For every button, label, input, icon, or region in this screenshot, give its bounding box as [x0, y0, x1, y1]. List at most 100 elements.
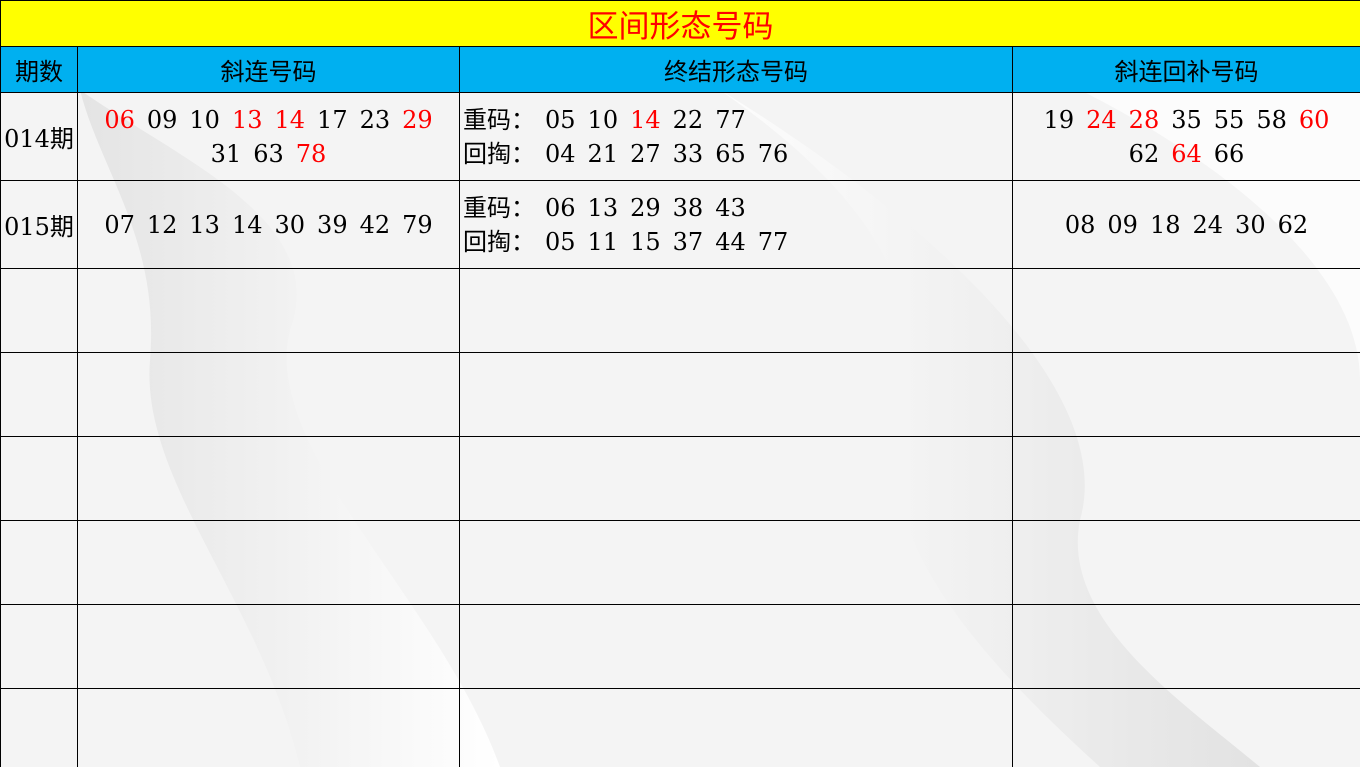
lottery-number: 24 — [1086, 105, 1117, 134]
empty-cell — [1012, 352, 1360, 437]
lottery-number: 10 — [587, 105, 619, 134]
repeat-label: 重码： — [463, 193, 535, 222]
repeat-numbers: 05 10 14 22 77 — [539, 106, 752, 134]
lottery-number: 76 — [757, 139, 789, 168]
empty-row — [0, 436, 1360, 521]
lottery-number: 06 — [545, 193, 576, 222]
lottery-number: 21 — [587, 139, 619, 168]
lottery-number: 64 — [1171, 139, 1202, 168]
lottery-number: 55 — [1213, 105, 1245, 134]
lottery-number: 11 — [587, 227, 619, 256]
empty-row — [0, 520, 1360, 605]
final-form-cell: 重码： 05 10 14 22 77 回掏： 04 21 27 33 65 76 — [459, 92, 1013, 181]
lottery-number: 04 — [545, 139, 576, 168]
empty-cell — [1012, 604, 1360, 689]
empty-cell — [459, 268, 1013, 353]
empty-row — [0, 352, 1360, 437]
lottery-number: 13 — [587, 193, 619, 222]
repeat-line: 重码： 06 13 29 38 43 — [463, 191, 1012, 225]
empty-cell — [0, 436, 78, 521]
interval-form-table: 区间形态号码 期数 斜连号码 终结形态号码 斜连回补号码 014期 06 09 10… — [0, 0, 1360, 767]
lottery-number: 14 — [274, 105, 306, 134]
table-row: 015期 07 12 13 14 30 39 42 79 重码： 06 13 29 38 43 回掏： 0… — [0, 180, 1360, 269]
dig-numbers: 05 11 15 37 44 77 — [539, 228, 794, 256]
empty-cell — [77, 436, 460, 521]
lottery-number: 60 — [1298, 105, 1330, 134]
empty-cell — [459, 352, 1013, 437]
lottery-number: 66 — [1213, 139, 1245, 168]
lottery-number: 23 — [359, 105, 391, 134]
diagonal-numbers-cell: 06 09 10 13 14 17 23 29 31 63 78 — [77, 92, 460, 181]
empty-cell — [0, 268, 78, 353]
empty-cell — [77, 520, 460, 605]
empty-cell — [459, 520, 1013, 605]
empty-cell — [1012, 436, 1360, 521]
lottery-number: 37 — [672, 227, 704, 256]
lottery-number: 13 — [231, 105, 263, 134]
lottery-number: 38 — [672, 193, 704, 222]
lottery-number: 18 — [1149, 210, 1181, 239]
empty-cell — [0, 604, 78, 689]
lottery-number: 62 — [1128, 139, 1160, 168]
lottery-number: 58 — [1256, 105, 1287, 134]
empty-cell — [459, 688, 1013, 767]
lottery-number: 35 — [1171, 105, 1202, 134]
lottery-number: 05 — [545, 227, 576, 256]
lottery-number: 12 — [146, 210, 178, 239]
lottery-number: 65 — [715, 139, 746, 168]
empty-row — [0, 268, 1360, 353]
lottery-number: 42 — [359, 210, 391, 239]
lottery-number: 13 — [189, 210, 220, 239]
table-title: 区间形态号码 — [0, 0, 1360, 47]
lottery-number: 05 — [545, 105, 576, 134]
empty-cell — [459, 604, 1013, 689]
repeat-line: 重码： 05 10 14 22 77 — [463, 103, 1012, 137]
lottery-number: 10 — [189, 105, 220, 134]
lottery-number: 08 — [1064, 210, 1096, 239]
lottery-number: 28 — [1128, 105, 1160, 134]
lottery-number: 31 — [210, 139, 242, 168]
period-cell: 014期 — [0, 92, 78, 181]
lottery-number: 78 — [295, 139, 327, 168]
lottery-number: 30 — [274, 210, 306, 239]
empty-row — [0, 604, 1360, 689]
empty-cell — [0, 520, 78, 605]
dig-numbers: 04 21 27 33 65 76 — [539, 140, 794, 168]
empty-cell — [77, 268, 460, 353]
repeat-label: 重码： — [463, 105, 535, 134]
empty-row — [0, 688, 1360, 767]
dig-line: 回掏： 04 21 27 33 65 76 — [463, 137, 1012, 171]
lottery-number: 29 — [630, 193, 661, 222]
dig-line: 回掏： 05 11 15 37 44 77 — [463, 225, 1012, 259]
period-cell: 015期 — [0, 180, 78, 269]
final-form-cell: 重码： 06 13 29 38 43 回掏： 05 11 15 37 44 77 — [459, 180, 1013, 269]
empty-cell — [1012, 688, 1360, 767]
empty-cell — [0, 352, 78, 437]
lottery-number: 06 — [104, 105, 135, 134]
supplement-numbers-cell: 08 09 18 24 30 62 — [1012, 180, 1360, 269]
supplement-numbers-cell: 19 24 28 35 55 58 60 62 64 66 — [1012, 92, 1360, 181]
header-diagonal-numbers: 斜连号码 — [77, 46, 460, 93]
header-diagonal-supplement-numbers: 斜连回补号码 — [1012, 46, 1360, 93]
lottery-number: 22 — [672, 105, 704, 134]
lottery-number: 62 — [1277, 210, 1309, 239]
repeat-numbers: 06 13 29 38 43 — [539, 194, 752, 222]
lottery-number: 29 — [402, 105, 433, 134]
header-final-form-numbers: 终结形态号码 — [459, 46, 1013, 93]
lottery-number: 07 — [104, 210, 135, 239]
empty-cell — [77, 352, 460, 437]
empty-cell — [0, 688, 78, 767]
lottery-number: 44 — [715, 227, 746, 256]
lottery-number: 79 — [402, 210, 433, 239]
empty-cell — [77, 688, 460, 767]
lottery-number: 77 — [757, 227, 789, 256]
lottery-number: 17 — [317, 105, 348, 134]
empty-cell — [1012, 268, 1360, 353]
lottery-number: 77 — [715, 105, 746, 134]
dig-label: 回掏： — [463, 139, 535, 168]
lottery-number: 14 — [630, 105, 661, 134]
lottery-number: 19 — [1043, 105, 1075, 134]
empty-cell — [1012, 520, 1360, 605]
lottery-number: 15 — [630, 227, 661, 256]
lottery-number: 30 — [1235, 210, 1266, 239]
